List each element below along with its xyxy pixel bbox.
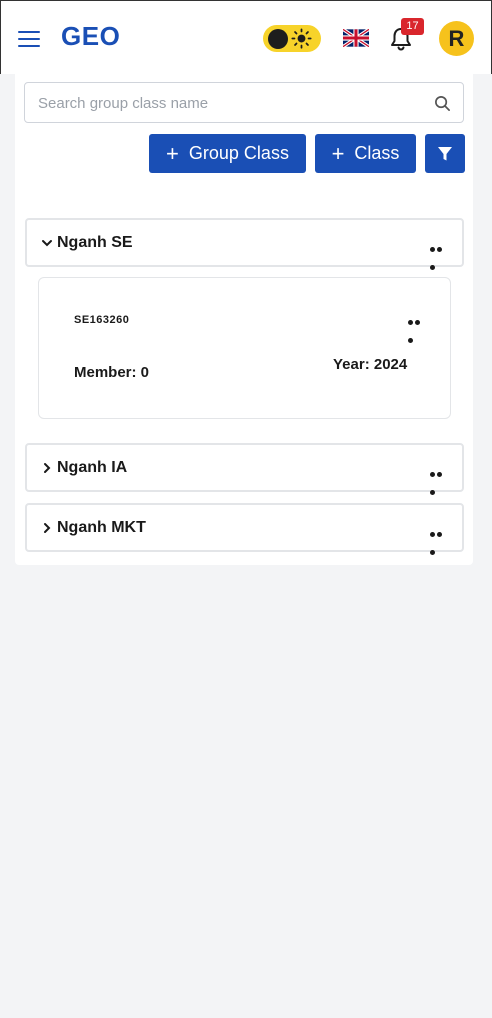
group-accordion-se[interactable]: Nganh SE xyxy=(25,218,464,270)
search-icon[interactable] xyxy=(434,95,451,112)
notification-badge: 17 xyxy=(401,18,424,35)
plus-icon: + xyxy=(331,140,345,166)
menu-icon[interactable] xyxy=(18,31,40,47)
app-logo[interactable]: GEO xyxy=(61,21,120,52)
class-card[interactable]: SE163260 Member: 0 Year: 2024 xyxy=(38,277,451,419)
moon-icon xyxy=(268,29,288,49)
more-options-icon[interactable] xyxy=(430,239,450,270)
filter-button[interactable] xyxy=(425,134,465,173)
chevron-right-icon xyxy=(44,463,51,473)
add-group-class-label: Group Class xyxy=(188,143,289,163)
filter-icon xyxy=(438,146,452,160)
class-year: Year: 2024 xyxy=(333,356,408,373)
add-class-button[interactable]: + Class xyxy=(315,134,416,173)
group-accordion-ia[interactable]: Nganh IA xyxy=(25,443,464,495)
add-class-label: Class xyxy=(354,143,400,163)
member-count: Member: 0 xyxy=(74,364,150,381)
sun-icon xyxy=(291,28,312,49)
more-options-icon[interactable] xyxy=(430,464,450,495)
group-name: Nganh SE xyxy=(57,234,133,251)
theme-toggle[interactable] xyxy=(263,25,321,52)
avatar[interactable]: R xyxy=(439,21,474,56)
class-code: SE163260 xyxy=(74,314,130,326)
group-name: Nganh MKT xyxy=(57,519,146,536)
more-options-icon[interactable] xyxy=(430,524,450,555)
plus-icon: + xyxy=(166,140,179,166)
top-bar: GEO 17 R xyxy=(0,0,492,74)
chevron-down-icon xyxy=(42,240,52,247)
main-panel: + Group Class + Class Nganh SE SE163260 … xyxy=(15,74,473,565)
group-name: Nganh IA xyxy=(57,459,128,476)
search-input[interactable] xyxy=(38,92,418,114)
more-options-icon[interactable] xyxy=(408,312,428,343)
add-group-class-button[interactable]: + Group Class xyxy=(149,134,306,173)
group-accordion-mkt[interactable]: Nganh MKT xyxy=(25,503,464,555)
chevron-right-icon xyxy=(44,523,51,533)
uk-flag-icon[interactable] xyxy=(343,29,369,47)
search-box xyxy=(24,82,464,123)
